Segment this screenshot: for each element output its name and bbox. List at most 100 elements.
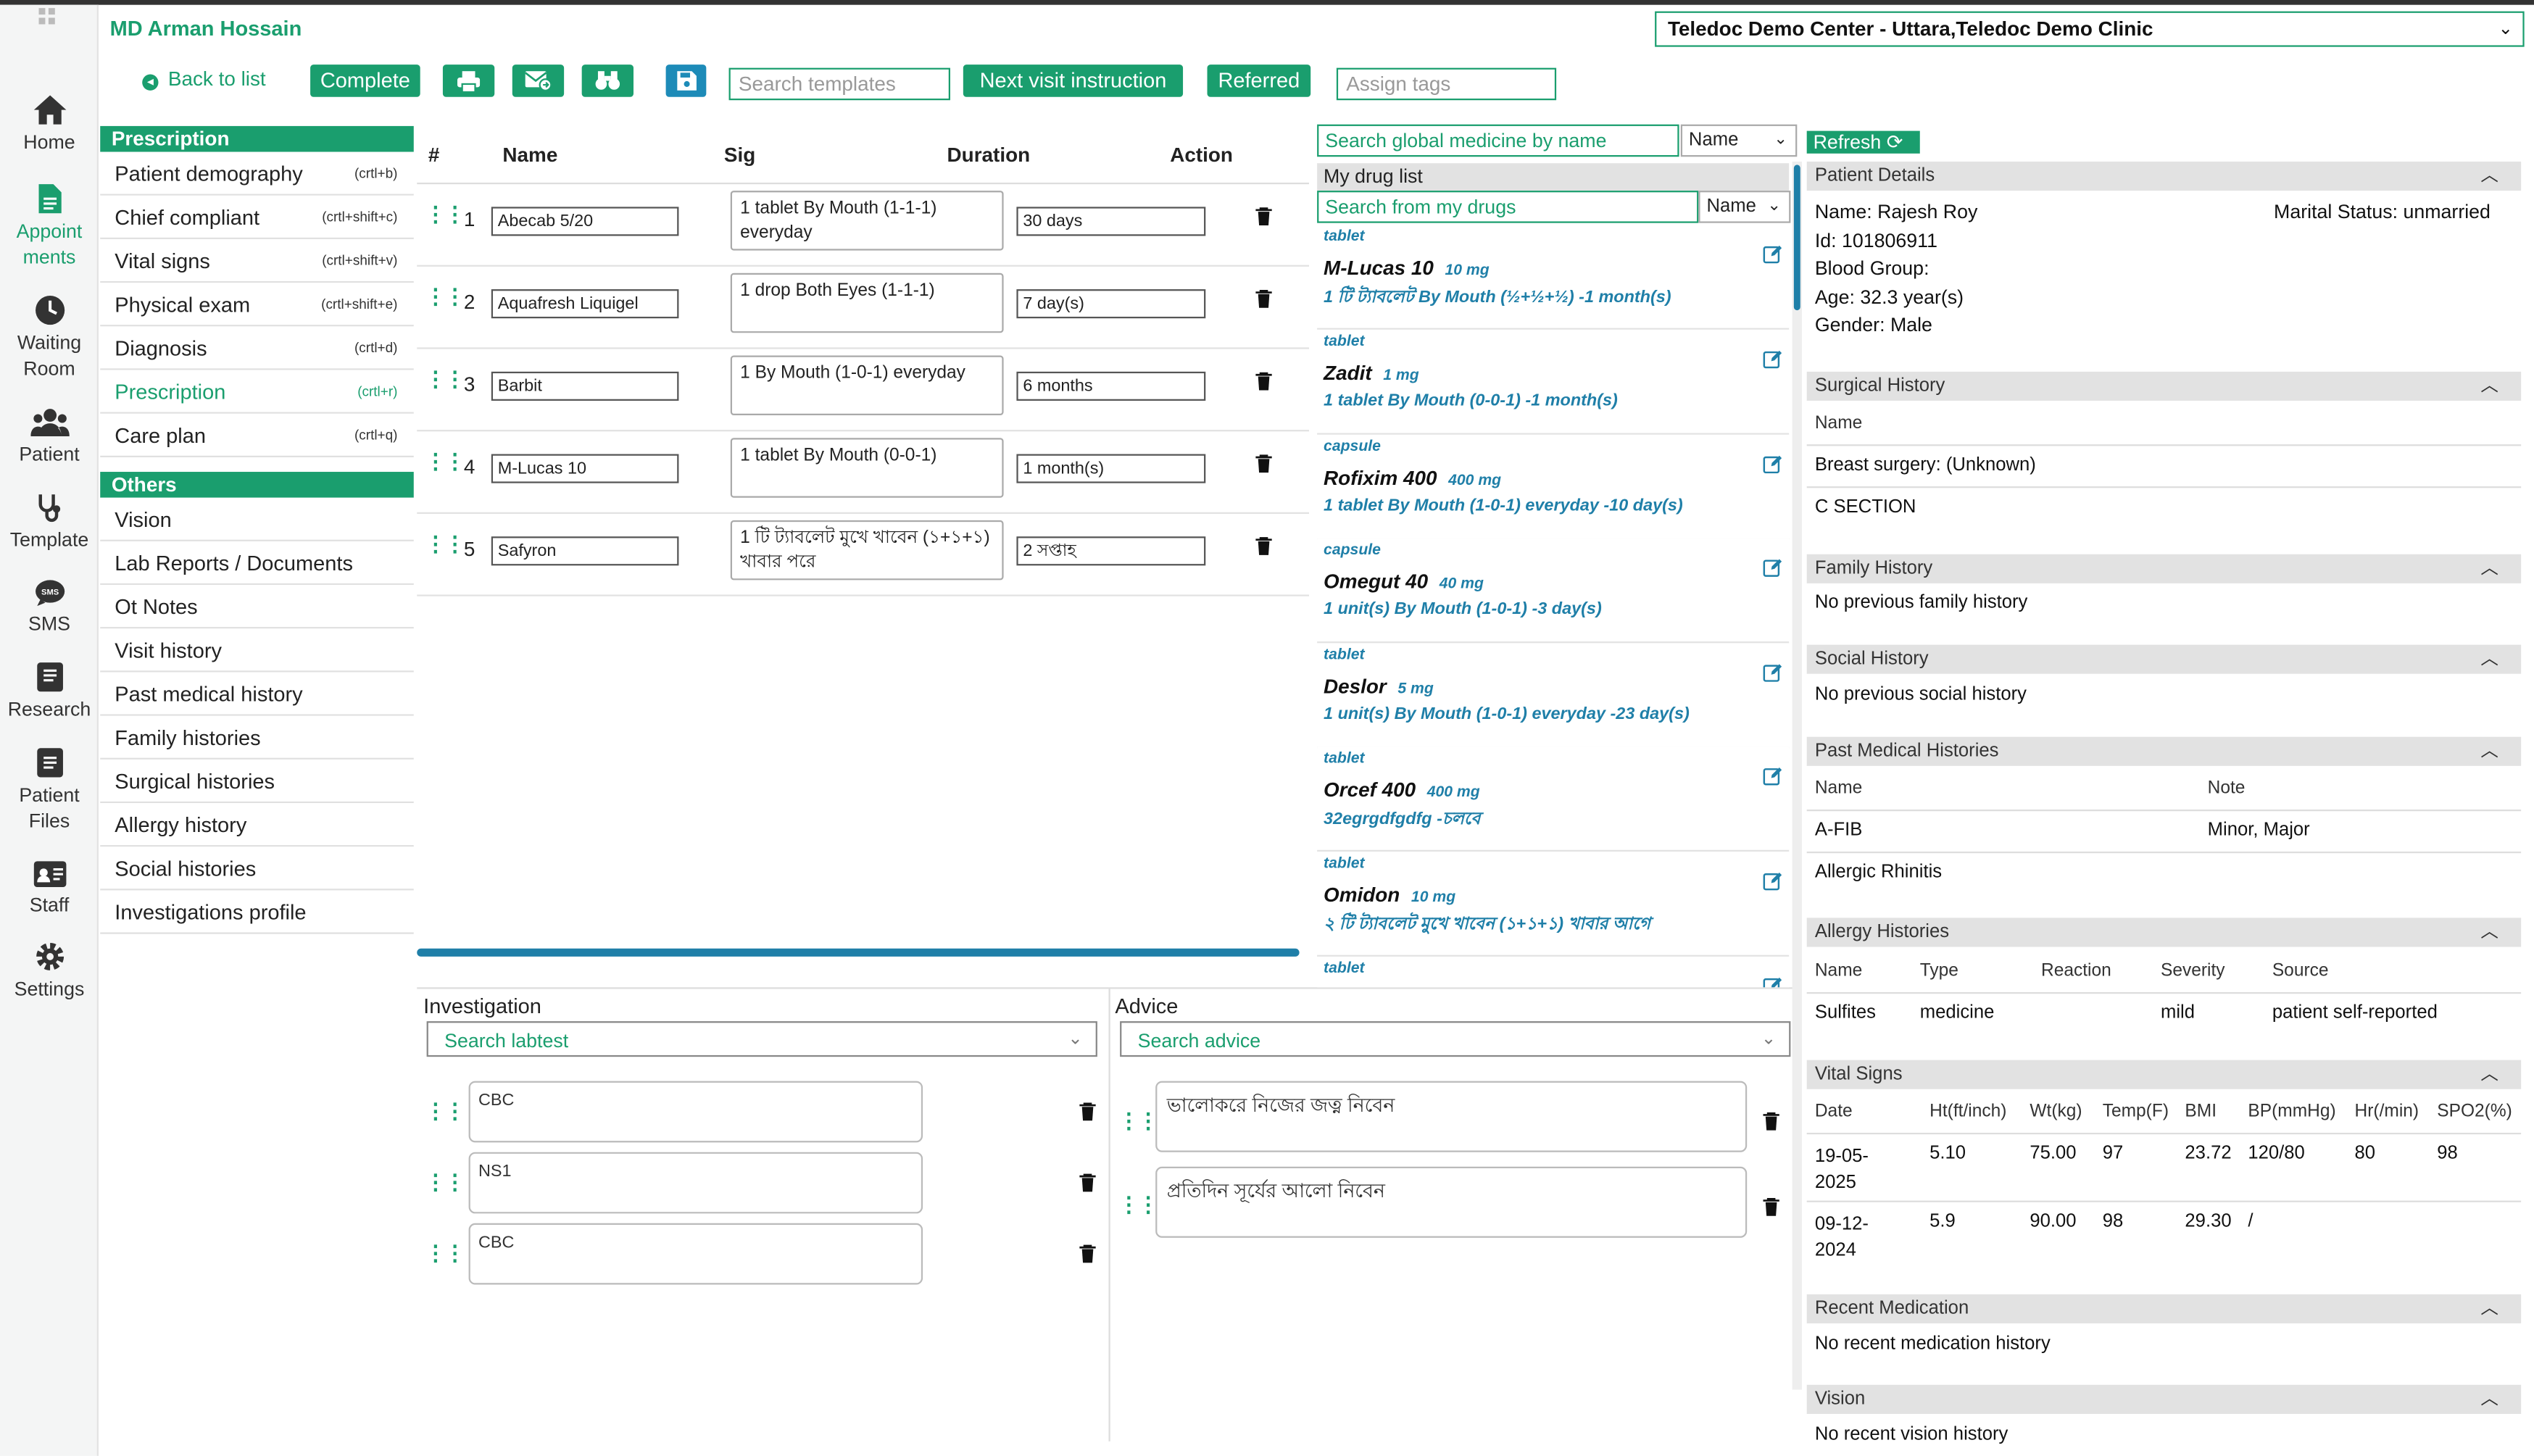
past-medical-header[interactable]: Past Medical Histories ︿ [1806, 736, 2522, 766]
menu-item-physical-exam[interactable]: Physical exam (crtl+shift+e) [100, 283, 414, 327]
search-advice-dropdown[interactable]: Search advice ⌄ [1120, 1021, 1791, 1057]
drag-handle-icon[interactable]: ⋮⋮ [425, 1100, 465, 1121]
trash-icon[interactable] [1761, 1112, 1781, 1131]
chevron-up-icon[interactable]: ︿ [2480, 645, 2498, 674]
center-select[interactable]: Teledoc Demo Center - Uttara,Teledoc Dem… [1655, 11, 2525, 47]
nav-patient[interactable]: Patient [0, 406, 99, 467]
referred-button[interactable]: Referred [1207, 65, 1311, 97]
app-logo-icon[interactable] [36, 5, 58, 33]
trash-icon[interactable] [1254, 536, 1274, 556]
edit-icon[interactable] [1763, 766, 1782, 786]
menu-item-visit-history[interactable]: Visit history [100, 628, 414, 673]
drag-handle-icon[interactable]: ⋮⋮ [425, 1171, 465, 1192]
drug-list-item[interactable]: capsule Omegut 40 40 mg 1 unit(s) By Mout… [1317, 538, 1790, 644]
duration-input[interactable]: 30 days [1016, 207, 1206, 236]
menu-item-chief-compliant[interactable]: Chief compliant (crtl+shift+c) [100, 195, 414, 239]
search-global-medicine-input[interactable]: Search global medicine by name [1317, 124, 1679, 157]
allergy-header[interactable]: Allergy Histories ︿ [1806, 918, 2522, 947]
vital-signs-header[interactable]: Vital Signs ︿ [1806, 1060, 2522, 1089]
edit-icon[interactable] [1763, 454, 1782, 474]
drug-list-item[interactable]: tablet Orcef 400 400 mg 32egrgdfgdfg -চলব… [1317, 746, 1790, 852]
nav-settings[interactable]: Settings [0, 941, 99, 1002]
drug-list-item[interactable]: tablet M-Lucas 10 10 mg 1 টি ট্যাবলেট By … [1317, 224, 1790, 330]
chevron-up-icon[interactable]: ︿ [2480, 162, 2498, 191]
drag-handle-icon[interactable]: ⋮⋮ [1118, 1194, 1159, 1215]
sig-textarea[interactable]: 1 tablet By Mouth (0-0-1) [730, 438, 1004, 498]
trash-icon[interactable] [1254, 207, 1274, 226]
menu-item-social-histories[interactable]: Social histories [100, 846, 414, 891]
drug-list-item[interactable]: tablet Deslor 5 mg 1 unit(s) By Mouth (1-… [1317, 643, 1790, 749]
edit-icon[interactable] [1763, 557, 1782, 577]
duration-input[interactable]: 2 সপ্তাহ [1016, 536, 1206, 566]
chevron-up-icon[interactable]: ︿ [2480, 372, 2498, 401]
patient-details-header[interactable]: Patient Details ︿ [1806, 161, 2522, 191]
menu-item-lab-reports[interactable]: Lab Reports / Documents [100, 541, 414, 586]
vertical-scroll-track[interactable] [1792, 161, 1803, 1390]
chevron-up-icon[interactable]: ︿ [2480, 1060, 2498, 1089]
search-my-drugs-input[interactable]: Search from my drugs [1317, 191, 1699, 223]
nav-staff[interactable]: Staff [0, 860, 99, 918]
trash-icon[interactable] [1254, 454, 1274, 474]
drag-handle-icon[interactable]: ⋮⋮ [1118, 1110, 1159, 1131]
duration-input[interactable]: 7 day(s) [1016, 289, 1206, 319]
drug-name-input[interactable]: Barbit [491, 371, 679, 401]
trash-icon[interactable] [1078, 1244, 1097, 1264]
menu-item-family-histories[interactable]: Family histories [100, 715, 414, 760]
trash-icon[interactable] [1078, 1173, 1097, 1193]
menu-item-surgical-histories[interactable]: Surgical histories [100, 759, 414, 804]
drug-name-input[interactable]: Aquafresh Liquigel [491, 289, 679, 319]
my-drugs-sort-select[interactable]: Name ⌄ [1698, 191, 1791, 223]
advice-item[interactable]: ভালোকরে নিজের জত্ন নিবেন [1155, 1081, 1748, 1152]
refresh-button[interactable]: Refresh ⟳ [1806, 130, 1920, 154]
edit-icon[interactable] [1763, 662, 1782, 682]
menu-item-ot-notes[interactable]: Ot Notes [100, 585, 414, 629]
drug-name-input[interactable]: Safyron [491, 536, 679, 566]
drag-handle-icon[interactable]: ⋮⋮ [425, 286, 465, 307]
chevron-up-icon[interactable]: ︿ [2480, 737, 2498, 766]
menu-item-patient-demography[interactable]: Patient demography (crtl+b) [100, 151, 414, 196]
menu-item-vital-signs[interactable]: Vital signs (crtl+shift+v) [100, 238, 414, 283]
investigation-item[interactable]: CBC [468, 1081, 923, 1143]
sig-textarea[interactable]: 1 টি ট্যাবলেট মুখে খাবেন (১+১+১) খাবার প… [730, 520, 1004, 581]
edit-icon[interactable] [1763, 244, 1782, 264]
drag-handle-icon[interactable]: ⋮⋮ [425, 533, 465, 554]
nav-home[interactable]: Home [0, 93, 99, 155]
edit-icon[interactable] [1763, 976, 1782, 988]
edit-icon[interactable] [1763, 349, 1782, 369]
duration-input[interactable]: 6 months [1016, 371, 1206, 401]
drug-list-item[interactable]: tablet Omidon 10 mg ২ টি ট্যাবলেট মুখে খা… [1317, 851, 1790, 957]
edit-icon[interactable] [1763, 871, 1782, 891]
menu-item-vision[interactable]: Vision [100, 497, 414, 541]
drag-handle-icon[interactable]: ⋮⋮ [425, 368, 465, 389]
menu-item-diagnosis[interactable]: Diagnosis (crtl+d) [100, 326, 414, 370]
recent-medication-header[interactable]: Recent Medication ︿ [1806, 1294, 2522, 1324]
trash-icon[interactable] [1254, 289, 1274, 309]
social-history-header[interactable]: Social History ︿ [1806, 644, 2522, 674]
investigation-item[interactable]: NS1 [468, 1152, 923, 1214]
drug-name-input[interactable]: Abecab 5/20 [491, 207, 679, 236]
next-visit-instruction-button[interactable]: Next visit instruction [963, 65, 1184, 97]
chevron-up-icon[interactable]: ︿ [2480, 554, 2498, 583]
menu-item-investigations-profile[interactable]: Investigations profile [100, 890, 414, 934]
nav-template[interactable]: Template [0, 491, 99, 553]
nav-sms[interactable]: SMS SMS [0, 578, 99, 636]
print-button[interactable] [442, 65, 495, 97]
drug-list-item[interactable]: tablet [1317, 956, 1790, 988]
global-sort-select[interactable]: Name ⌄ [1680, 124, 1798, 157]
drug-name-input[interactable]: M-Lucas 10 [491, 454, 679, 483]
drag-handle-icon[interactable]: ⋮⋮ [425, 451, 465, 472]
menu-item-allergy-history[interactable]: Allergy history [100, 803, 414, 847]
menu-item-prescription[interactable]: Prescription (crtl+r) [100, 370, 414, 414]
chevron-up-icon[interactable]: ︿ [2480, 1385, 2498, 1414]
save-button[interactable] [665, 65, 707, 97]
nav-patient-files[interactable]: Patient Files [0, 746, 99, 833]
sig-textarea[interactable]: 1 By Mouth (1-0-1) everyday [730, 355, 1004, 416]
trash-icon[interactable] [1078, 1102, 1097, 1122]
complete-button[interactable]: Complete [310, 65, 420, 97]
drag-handle-icon[interactable]: ⋮⋮ [425, 204, 465, 225]
drug-list-item[interactable]: tablet Zadit 1 mg 1 tablet By Mouth (0-0-… [1317, 329, 1790, 435]
assign-tags-input[interactable]: Assign tags [1336, 67, 1557, 101]
preview-button[interactable] [581, 65, 634, 97]
nav-research[interactable]: Research [0, 661, 99, 723]
family-history-header[interactable]: Family History ︿ [1806, 554, 2522, 583]
